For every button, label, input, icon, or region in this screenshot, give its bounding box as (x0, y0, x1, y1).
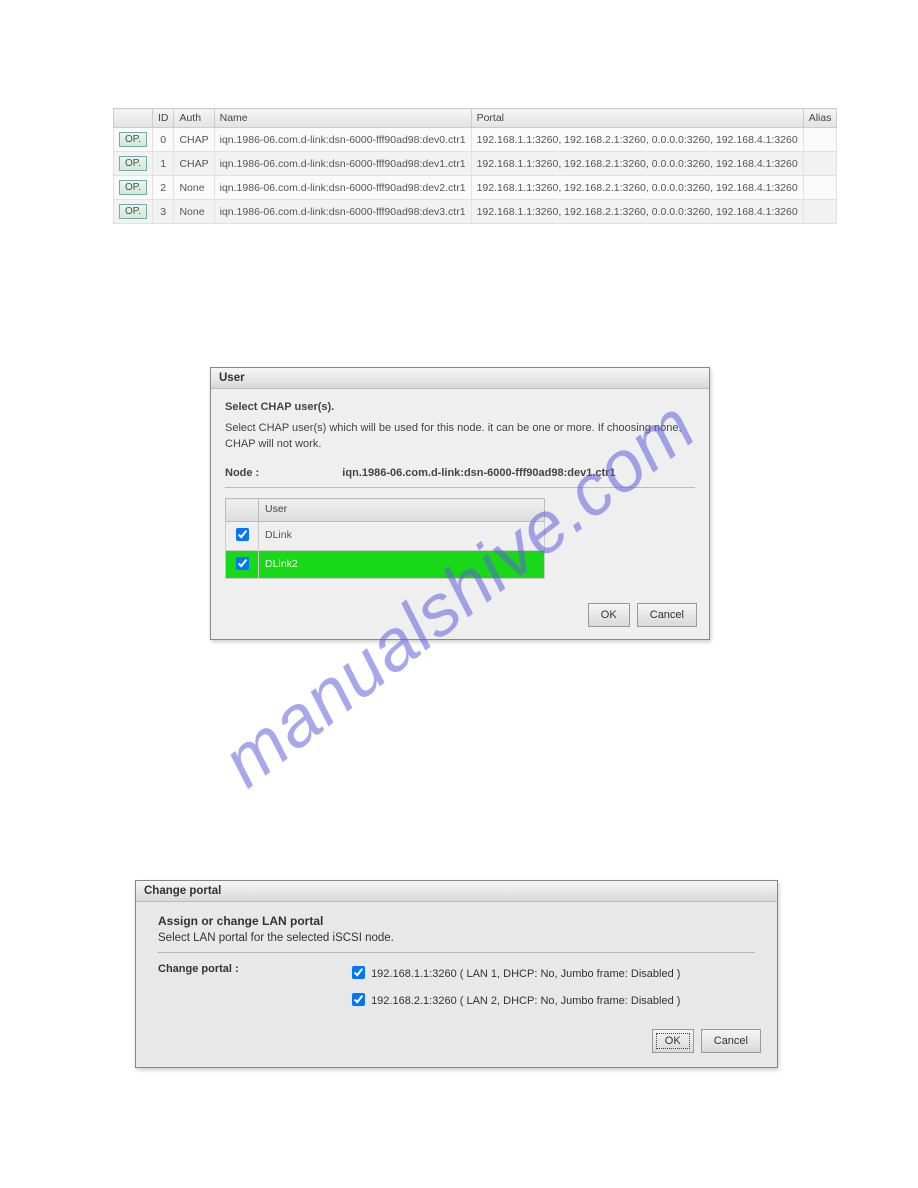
user-checkbox[interactable] (236, 528, 249, 541)
dialog-title: Change portal (136, 881, 777, 902)
cell-id: 0 (152, 128, 174, 152)
col-op (114, 109, 153, 128)
user-col-check (226, 499, 259, 522)
portal-checkbox[interactable] (352, 966, 365, 979)
change-portal-dialog: Change portal Assign or change LAN porta… (135, 880, 778, 1068)
cell-portal: 192.168.1.1:3260, 192.168.2.1:3260, 0.0.… (471, 128, 803, 152)
cell-name: iqn.1986-06.com.d-link:dsn-6000-fff90ad9… (214, 128, 471, 152)
cell-portal: 192.168.1.1:3260, 192.168.2.1:3260, 0.0.… (471, 176, 803, 200)
change-portal-label: Change portal : (158, 963, 318, 1017)
cell-alias (803, 200, 837, 224)
col-auth: Auth (174, 109, 214, 128)
table-row: OP. 2Noneiqn.1986-06.com.d-link:dsn-6000-… (114, 176, 837, 200)
cell-alias (803, 128, 837, 152)
table-row: OP. 3Noneiqn.1986-06.com.d-link:dsn-6000-… (114, 200, 837, 224)
portal-option: 192.168.2.1:3260 ( LAN 2, DHCP: No, Jumb… (348, 990, 755, 1009)
cancel-button[interactable]: Cancel (637, 603, 697, 627)
cell-id: 2 (152, 176, 174, 200)
cell-id: 1 (152, 152, 174, 176)
user-row[interactable]: DLink (226, 521, 545, 550)
cell-auth: CHAP (174, 128, 214, 152)
op-button[interactable]: OP. (119, 204, 147, 219)
portal-hint: Select LAN portal for the selected iSCSI… (158, 932, 755, 944)
op-button[interactable]: OP. (119, 156, 147, 171)
node-row: Node : iqn.1986-06.com.d-link:dsn-6000-f… (225, 461, 695, 489)
ok-button[interactable]: OK (652, 1029, 694, 1053)
cell-auth: None (174, 200, 214, 224)
ok-button[interactable]: OK (588, 603, 630, 627)
user-row[interactable]: DLink2 (226, 550, 545, 579)
dialog-description: Select CHAP user(s) which will be used f… (225, 420, 695, 453)
user-list: User DLinkDLink2 (225, 498, 545, 579)
cell-alias (803, 176, 837, 200)
user-name: DLink2 (259, 550, 545, 579)
user-name: DLink (259, 521, 545, 550)
cell-auth: CHAP (174, 152, 214, 176)
cell-alias (803, 152, 837, 176)
user-col-name: User (259, 499, 545, 522)
cell-portal: 192.168.1.1:3260, 192.168.2.1:3260, 0.0.… (471, 152, 803, 176)
table-row: OP. 0CHAPiqn.1986-06.com.d-link:dsn-6000-… (114, 128, 837, 152)
nodes-table: ID Auth Name Portal Alias OP.0CHAPiqn.19… (113, 108, 837, 224)
cell-auth: None (174, 176, 214, 200)
cell-name: iqn.1986-06.com.d-link:dsn-6000-fff90ad9… (214, 152, 471, 176)
user-checkbox[interactable] (236, 557, 249, 570)
cell-name: iqn.1986-06.com.d-link:dsn-6000-fff90ad9… (214, 176, 471, 200)
col-id: ID (152, 109, 174, 128)
dialog-subtitle: Select CHAP user(s). (225, 399, 695, 416)
node-label: Node : (225, 467, 259, 479)
cell-name: iqn.1986-06.com.d-link:dsn-6000-fff90ad9… (214, 200, 471, 224)
op-button[interactable]: OP. (119, 132, 147, 147)
col-alias: Alias (803, 109, 837, 128)
portal-option: 192.168.1.1:3260 ( LAN 1, DHCP: No, Jumb… (348, 963, 755, 982)
cell-portal: 192.168.1.1:3260, 192.168.2.1:3260, 0.0.… (471, 200, 803, 224)
portal-option-text: 192.168.1.1:3260 ( LAN 1, DHCP: No, Jumb… (371, 968, 680, 980)
cancel-button[interactable]: Cancel (701, 1029, 761, 1053)
portal-checkbox[interactable] (352, 993, 365, 1006)
col-portal: Portal (471, 109, 803, 128)
portal-heading: Assign or change LAN portal (158, 914, 755, 928)
portal-option-text: 192.168.2.1:3260 ( LAN 2, DHCP: No, Jumb… (371, 995, 680, 1007)
op-button[interactable]: OP. (119, 180, 147, 195)
divider (158, 952, 755, 953)
cell-id: 3 (152, 200, 174, 224)
col-name: Name (214, 109, 471, 128)
table-header-row: ID Auth Name Portal Alias (114, 109, 837, 128)
node-value: iqn.1986-06.com.d-link:dsn-6000-fff90ad9… (342, 467, 615, 479)
table-row: OP. 1CHAPiqn.1986-06.com.d-link:dsn-6000-… (114, 152, 837, 176)
dialog-title: User (211, 368, 709, 389)
user-dialog: User Select CHAP user(s). Select CHAP us… (210, 367, 710, 640)
